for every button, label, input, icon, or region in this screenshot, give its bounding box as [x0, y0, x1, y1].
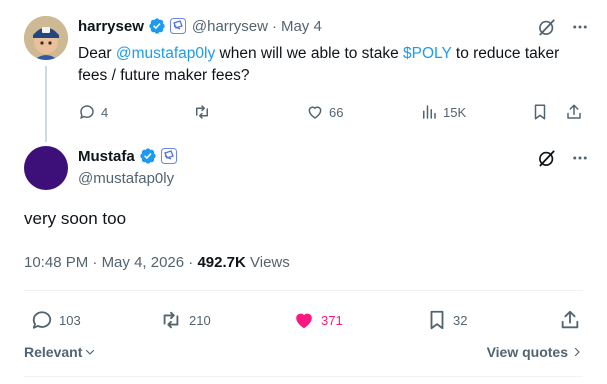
divider	[24, 290, 583, 291]
main-like-button[interactable]: 371	[292, 309, 343, 331]
bookmark-icon	[534, 104, 546, 120]
meta-dot: ·	[188, 254, 194, 271]
tweet-date[interactable]: May 4, 2026	[102, 254, 185, 271]
main-repost-button[interactable]: 210	[158, 309, 211, 331]
parent-bookmark-button[interactable]	[531, 103, 549, 121]
verified-badge-icon[interactable]	[148, 17, 166, 35]
parent-tweet-header: harrysew @harrysew · May 4	[78, 16, 322, 36]
share-icon	[567, 104, 581, 119]
affiliate-badge-icon[interactable]	[160, 148, 177, 164]
main-handle[interactable]: @mustafap0ly	[78, 170, 174, 187]
main-repost-count: 210	[189, 312, 211, 328]
parent-reply-count: 4	[101, 104, 109, 120]
main-reply-count: 103	[59, 312, 81, 328]
reply-icon	[80, 105, 94, 119]
avatar-image	[24, 16, 68, 60]
grok-icon[interactable]	[537, 17, 557, 37]
main-tweet-text: very soon too	[24, 209, 127, 228]
parent-avatar[interactable]	[24, 16, 68, 60]
main-bookmark-count: 32	[453, 312, 468, 328]
parent-views-button[interactable]: 15K	[420, 103, 466, 121]
main-avatar[interactable]	[24, 146, 68, 190]
meta-dot: ·	[92, 254, 98, 271]
verified-badge-icon[interactable]	[139, 147, 157, 165]
parent-text-before: Dear	[78, 45, 116, 62]
main-tweet-header: Mustafa	[78, 146, 177, 166]
parent-like-button[interactable]: 66	[306, 103, 343, 121]
grok-icon[interactable]	[537, 148, 557, 168]
parent-corner-actions	[537, 17, 589, 37]
main-like-count: 371	[321, 312, 343, 328]
views-bar-chart-icon	[423, 105, 436, 119]
main-reply-button[interactable]: 103	[30, 309, 81, 331]
share-icon	[561, 310, 579, 329]
header-separator: ·	[271, 17, 277, 35]
view-quotes-link[interactable]: View quotes	[487, 344, 583, 360]
bookmark-icon	[430, 310, 444, 330]
parent-display-name[interactable]: harrysew	[78, 18, 144, 35]
parent-share-button[interactable]	[565, 103, 583, 121]
parent-action-bar: 4 66 15K	[78, 102, 583, 122]
reply-icon	[32, 311, 52, 329]
tweet-metadata: 10:48 PM · May 4, 2026 · 492.7K Views	[24, 254, 290, 271]
sort-dropdown[interactable]: Relevant	[24, 344, 96, 360]
parent-reply-button[interactable]: 4	[78, 103, 108, 121]
parent-repost-button[interactable]	[192, 103, 212, 121]
affiliate-badge-icon[interactable]	[169, 18, 186, 34]
main-share-button[interactable]	[559, 309, 581, 331]
like-heart-icon	[308, 106, 322, 119]
repost-icon	[196, 105, 208, 119]
views-label: Views	[250, 254, 290, 271]
parent-text-middle: when will we able to stake	[215, 45, 404, 62]
parent-like-count: 66	[329, 104, 344, 120]
chevron-down-icon	[86, 349, 95, 355]
sort-label: Relevant	[24, 344, 83, 360]
chevron-right-icon	[574, 347, 580, 357]
replies-sort-row: Relevant View quotes	[24, 344, 583, 364]
more-options-icon[interactable]	[571, 149, 589, 167]
tweet-time[interactable]: 10:48 PM	[24, 254, 88, 271]
divider	[24, 376, 583, 377]
main-action-bar: 103 210 371 32	[24, 309, 583, 331]
main-bookmark-button[interactable]: 32	[426, 309, 467, 331]
parent-handle[interactable]: @harrysew	[192, 18, 268, 35]
liked-heart-icon	[296, 313, 312, 329]
mention-link[interactable]: @mustafap0ly	[116, 45, 215, 62]
repost-icon	[163, 311, 179, 329]
more-options-icon[interactable]	[571, 18, 589, 36]
parent-tweet-text: Dear @mustafap0ly when will we able to s…	[78, 43, 578, 87]
cashtag-link[interactable]: $POLY	[403, 45, 452, 62]
views-count[interactable]: 492.7K	[197, 254, 245, 271]
parent-views-count: 15K	[443, 104, 467, 120]
main-display-name[interactable]: Mustafa	[78, 148, 135, 165]
thread-connector-line	[45, 66, 47, 142]
parent-date[interactable]: May 4	[281, 18, 322, 35]
main-corner-actions	[537, 148, 589, 168]
view-quotes-label: View quotes	[486, 344, 568, 360]
